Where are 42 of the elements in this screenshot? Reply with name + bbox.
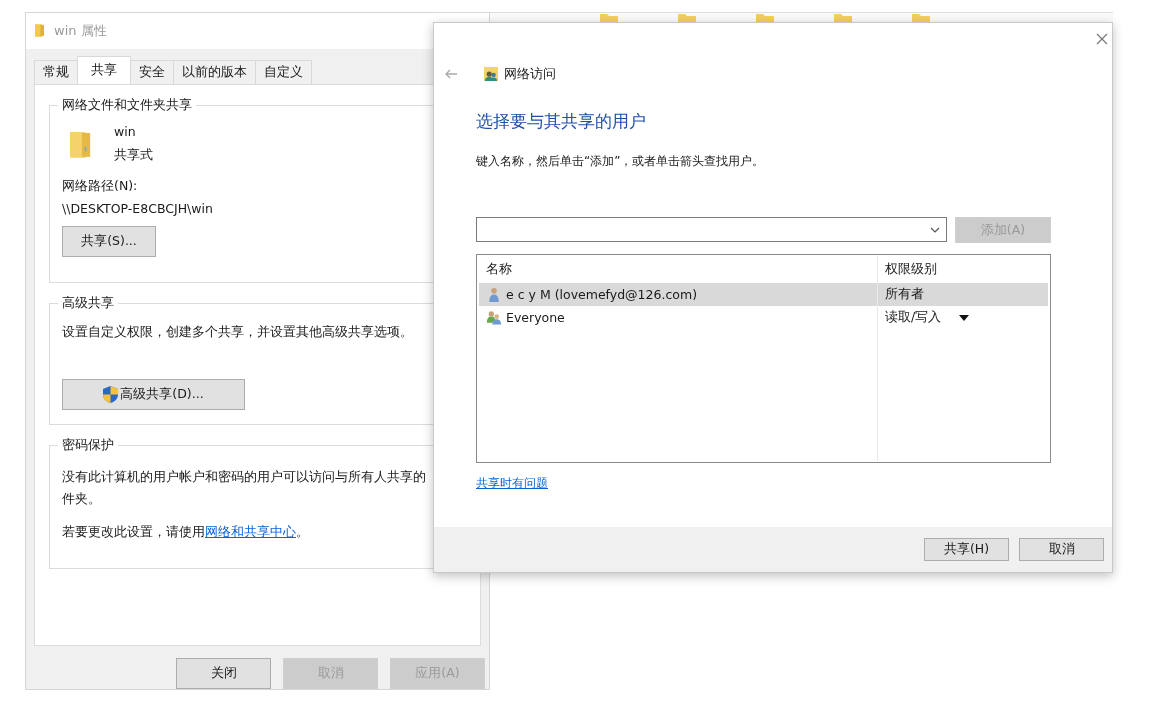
dialog-button[interactable]: 关闭 <box>176 658 271 689</box>
advanced-sharing-button[interactable]: 高级共享(D)... <box>62 378 245 410</box>
network-center-link[interactable]: 网络和共享中心 <box>205 523 296 539</box>
instruction-text: 键入名称，然后单击“添加”，或者单击箭头查找用户。 <box>476 153 765 170</box>
back-arrow-icon[interactable] <box>444 69 458 79</box>
tab[interactable]: 常规 <box>34 59 78 84</box>
help-link[interactable]: 共享时有问题 <box>476 475 548 492</box>
user-combo-box[interactable] <box>476 217 947 242</box>
folder-name: win <box>114 123 137 139</box>
table-row[interactable]: Everyone 读取/写入 <box>479 306 1048 329</box>
password-note-line: 件夹。 <box>62 489 101 508</box>
user-icon <box>486 287 502 302</box>
permission-level: 读取/写入 <box>885 309 942 326</box>
dialog-heading: 选择要与其共享的用户 <box>476 111 646 133</box>
share-button[interactable]: 共享(S)... <box>62 225 156 257</box>
shield-icon <box>103 385 119 403</box>
chevron-down-icon <box>930 226 940 233</box>
user-name: Everyone <box>506 310 565 325</box>
column-header[interactable]: 权限级别 <box>878 256 1048 283</box>
folder-icon <box>35 23 44 39</box>
password-note-line: 没有此计算机的用户帐户和密码的用户可以访问与所有人共享的 <box>62 467 426 486</box>
tab[interactable]: 自定义 <box>255 59 312 84</box>
share-status: 共享式 <box>114 146 153 164</box>
group-heading: 高级共享 <box>61 294 115 312</box>
close-icon[interactable] <box>1096 33 1108 45</box>
group-heading: 密码保护 <box>61 436 115 454</box>
users-icon <box>484 67 498 81</box>
dropdown-arrow-icon[interactable] <box>959 314 970 321</box>
dialog-button[interactable]: 共享(H) <box>924 538 1009 561</box>
table-row[interactable]: e c y M (lovemefyd@126.com) 所有者 <box>479 283 1048 306</box>
path-label: 网络路径(N): <box>62 177 138 195</box>
user-name: e c y M (lovemefyd@126.com) <box>506 287 697 302</box>
settings-note: 若要更改此设置，请使用网络和共享中心。 <box>62 523 309 541</box>
users-icon <box>486 310 502 325</box>
dialog-title: 网络访问 <box>504 65 556 83</box>
window-title: win 属性 <box>54 21 107 40</box>
dialog-button[interactable]: 取消 <box>1019 538 1104 561</box>
description-text: 设置自定义权限，创建多个共享，并设置其他高级共享选项。 <box>62 323 413 341</box>
group-heading: 网络文件和文件夹共享 <box>61 96 193 114</box>
permission-level: 所有者 <box>885 286 924 303</box>
tab[interactable]: 共享 <box>77 55 131 84</box>
network-path: \\DESKTOP-E8CBCJH\win <box>62 200 213 216</box>
